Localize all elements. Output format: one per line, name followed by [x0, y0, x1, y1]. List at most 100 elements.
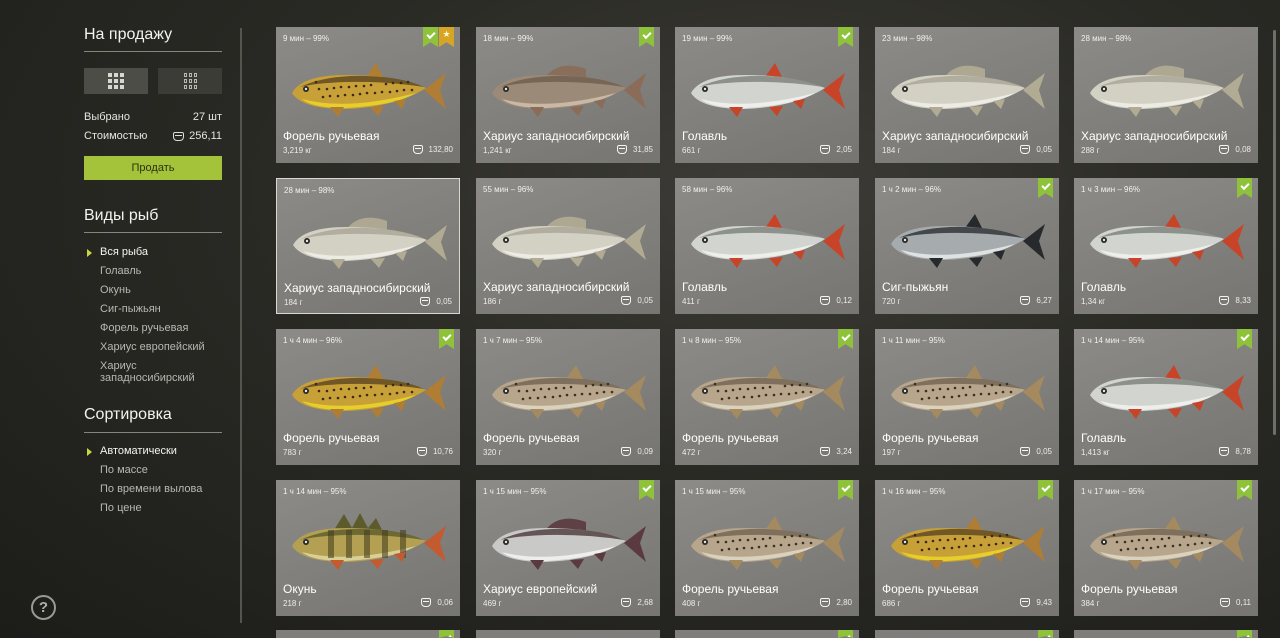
fish-name: Хариус западносибирский — [882, 129, 1029, 143]
fish-name: Хариус западносибирский — [1081, 129, 1228, 143]
check-badge-icon[interactable] — [1038, 480, 1053, 500]
sort-by-catch-time[interactable]: По времени вылова — [86, 480, 202, 499]
fish-price: 0,08 — [1219, 145, 1251, 154]
grid-view-button[interactable] — [84, 68, 148, 94]
check-badge-icon[interactable] — [1038, 630, 1053, 638]
coin-icon — [421, 598, 432, 607]
check-badge-icon[interactable] — [838, 480, 853, 500]
catch-time-freshness: 1 ч 16 мин – 95% — [882, 487, 946, 496]
fish-price-value: 8,33 — [1235, 296, 1251, 305]
fish-card[interactable]: 1 ч 17 мин – 95% Форель ручьевая 384 г 0,11 — [1074, 480, 1258, 616]
cost-value: 256,11 — [189, 130, 222, 142]
sort-by-mass[interactable]: По массе — [86, 461, 202, 480]
fish-price: 3,24 — [820, 447, 852, 456]
catch-time-freshness: 1 ч 15 мин – 95% — [682, 487, 746, 496]
fish-price: 31,85 — [616, 145, 653, 154]
species-filter-chub[interactable]: Голавль — [86, 262, 206, 281]
fish-price: 2,68 — [621, 598, 653, 607]
list-view-button[interactable] — [158, 68, 222, 94]
fish-card[interactable]: 58 мин – 96% Голавль 411 г 0,12 — [675, 178, 859, 314]
check-badge-icon[interactable] — [1237, 178, 1252, 198]
fish-card[interactable]: 55 мин – 96% Хариус западносибирский 186 г… — [476, 178, 660, 314]
sell-button[interactable]: Продать — [84, 156, 222, 180]
fish-image — [292, 513, 446, 570]
fish-card[interactable]: 1 ч 14 мин – 95% Окунь 218 г 0,06 — [276, 480, 460, 616]
fish-card-partial[interactable] — [276, 630, 460, 638]
check-badge-icon[interactable] — [439, 329, 454, 349]
fish-image — [1090, 516, 1244, 570]
fish-card[interactable]: 9 мин – 99% ★ Форель ручьевая 3,219 кг 132,8… — [276, 27, 460, 163]
selected-value: 27 шт — [192, 111, 222, 123]
fish-card[interactable]: 1 ч 8 мин – 95% Форель ручьевая 472 г 3,24 — [675, 329, 859, 465]
fish-card-partial[interactable] — [875, 630, 1059, 638]
check-badge-icon[interactable] — [1237, 329, 1252, 349]
species-filter-whitefish[interactable]: Сиг-пыжьян — [86, 300, 206, 319]
fish-price-value: 0,09 — [637, 447, 653, 456]
check-badge-icon[interactable] — [1038, 178, 1053, 198]
coin-icon — [820, 447, 831, 456]
coin-icon — [1020, 296, 1031, 305]
check-badge-icon[interactable] — [838, 329, 853, 349]
scrollbar[interactable] — [1273, 30, 1276, 435]
fish-card-partial[interactable] — [675, 630, 859, 638]
fish-weight: 384 г — [1081, 599, 1100, 608]
fish-price-value: 9,43 — [1036, 598, 1052, 607]
fish-card[interactable]: 1 ч 16 мин – 95% Форель ручьевая 686 г 9,43 — [875, 480, 1059, 616]
divider — [84, 232, 222, 233]
fish-card[interactable]: 23 мин – 98% Хариус западносибирский 184 г… — [875, 27, 1059, 163]
check-badge-icon[interactable] — [423, 27, 438, 47]
fish-image — [691, 63, 845, 117]
fish-card[interactable]: 28 мин – 98% Хариус западносибирский 288 г… — [1074, 27, 1258, 163]
check-badge-icon[interactable] — [838, 27, 853, 47]
catch-time-freshness: 19 мин – 99% — [682, 34, 733, 43]
check-badge-icon[interactable] — [639, 480, 654, 500]
fish-card[interactable]: 1 ч 2 мин – 96% Сиг-пыжьян 720 г 6,27 — [875, 178, 1059, 314]
fish-weight: 1,413 кг — [1081, 448, 1110, 457]
fish-card-partial[interactable] — [476, 630, 660, 638]
fish-name: Хариус западносибирский — [483, 129, 630, 143]
fish-name: Голавль — [1081, 280, 1127, 294]
species-filter-all[interactable]: Вся рыба — [86, 243, 206, 262]
fish-price: 0,09 — [621, 447, 653, 456]
fish-image — [1090, 214, 1244, 268]
catch-time-freshness: 55 мин – 96% — [483, 185, 534, 194]
coin-icon — [416, 447, 427, 456]
check-badge-icon[interactable] — [639, 27, 654, 47]
star-badge-icon[interactable]: ★ — [439, 27, 454, 47]
sort-by-price[interactable]: По цене — [86, 499, 202, 518]
species-filter-perch[interactable]: Окунь — [86, 281, 206, 300]
fish-price-value: 0,05 — [1036, 145, 1052, 154]
fish-image — [691, 214, 845, 268]
fish-price-value: 132,80 — [428, 145, 453, 154]
fish-name: Хариус европейский — [483, 582, 598, 596]
fish-card[interactable]: 1 ч 15 мин – 95% Хариус европейский 469 г 2… — [476, 480, 660, 616]
fish-card[interactable]: 28 мин – 98% Хариус западносибирский 184 г… — [276, 178, 460, 314]
fish-price-value: 3,24 — [836, 447, 852, 456]
sort-auto[interactable]: Автоматически — [86, 442, 202, 461]
fish-card[interactable]: 1 ч 11 мин – 95% Форель ручьевая 197 г 0,05 — [875, 329, 1059, 465]
fish-card[interactable]: 1 ч 15 мин – 95% Форель ручьевая 408 г 2,80 — [675, 480, 859, 616]
fish-card[interactable]: 1 ч 7 мин – 95% Форель ручьевая 320 г 0,09 — [476, 329, 660, 465]
fish-weight: 686 г — [882, 599, 901, 608]
list-view-icon — [183, 73, 197, 89]
check-badge-icon[interactable] — [439, 630, 454, 638]
fish-card[interactable]: 1 ч 14 мин – 95% Голавль 1,413 кг 8,78 — [1074, 329, 1258, 465]
catch-time-freshness: 1 ч 17 мин – 95% — [1081, 487, 1145, 496]
fish-card[interactable]: 18 мин – 99% Хариус западносибирский 1,241… — [476, 27, 660, 163]
fish-price: 6,27 — [1020, 296, 1052, 305]
check-badge-icon[interactable] — [1237, 480, 1252, 500]
species-filter-european-grayling[interactable]: Хариус европейский — [86, 338, 206, 357]
fish-card[interactable]: 19 мин – 99% Голавль 661 г 2,05 — [675, 27, 859, 163]
fish-name: Окунь — [283, 582, 317, 596]
fish-card-partial[interactable] — [1074, 630, 1258, 638]
fish-weight: 469 г — [483, 599, 502, 608]
species-filter-siberian-grayling[interactable]: Хариус западносибирский — [86, 357, 206, 387]
fish-name: Сиг-пыжьян — [882, 280, 949, 294]
species-filter-brown-trout[interactable]: Форель ручьевая — [86, 319, 206, 338]
help-icon[interactable]: ? — [31, 595, 56, 620]
check-badge-icon[interactable] — [838, 630, 853, 638]
check-badge-icon[interactable] — [1237, 630, 1252, 638]
fish-weight: 184 г — [882, 146, 901, 155]
fish-card[interactable]: 1 ч 4 мин – 96% Форель ручьевая 783 г 10,76 — [276, 329, 460, 465]
fish-card[interactable]: 1 ч 3 мин – 96% Голавль 1,34 кг 8,33 — [1074, 178, 1258, 314]
